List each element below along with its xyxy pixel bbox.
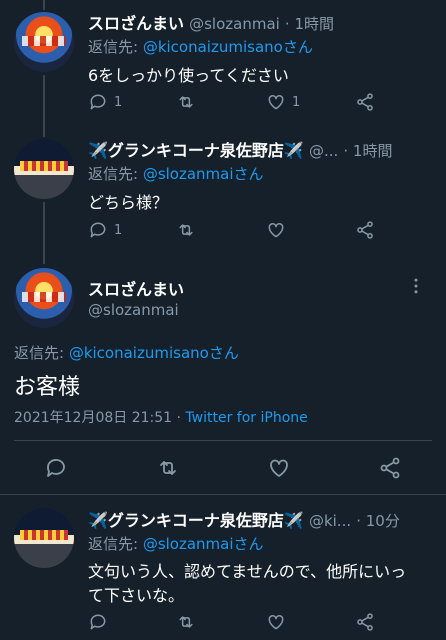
tweet-text: お客様 bbox=[14, 375, 81, 400]
reply-count: 1 bbox=[114, 94, 123, 110]
like-count: 1 bbox=[292, 94, 301, 110]
reply-to-line: 返信先: @slozanmaiさん bbox=[88, 163, 264, 184]
like-icon bbox=[268, 614, 284, 630]
like-button[interactable] bbox=[266, 612, 286, 632]
display-name[interactable]: ✈️グランキコーナ泉佐野店✈️ bbox=[88, 141, 304, 160]
share-button[interactable] bbox=[378, 456, 402, 480]
reply-to-link[interactable]: @kiconaizumisanoさん bbox=[143, 38, 313, 56]
tweet-meta: 2021年12月08日 21:51 · Twitter for iPhone bbox=[14, 407, 308, 427]
handle[interactable]: @slozanmai bbox=[189, 15, 280, 33]
share-button[interactable] bbox=[355, 220, 375, 240]
retweet-button[interactable] bbox=[156, 456, 180, 480]
thread-line bbox=[43, 75, 45, 137]
tweet-text-line: 文句いう人、認めてませんので、他所にいっ bbox=[88, 562, 407, 581]
retweet-icon bbox=[160, 461, 176, 475]
tweet-header: ✈️グランキコーナ泉佐野店✈️ @ki... · 10分 bbox=[88, 507, 400, 531]
tweet-time[interactable]: · 1時間 bbox=[343, 142, 392, 160]
more-button[interactable] bbox=[406, 276, 426, 296]
reply-icon bbox=[90, 222, 106, 238]
avatar[interactable] bbox=[14, 268, 74, 328]
tweet-source[interactable]: Twitter for iPhone bbox=[185, 410, 307, 426]
reply-to-link[interactable]: @kiconaizumisanoさん bbox=[69, 344, 239, 362]
tweet-header: スロざんまい @slozanmai · 1時間 bbox=[88, 10, 334, 34]
reply-button[interactable] bbox=[88, 612, 108, 632]
tweet-time[interactable]: · 10分 bbox=[356, 512, 400, 530]
reply-count: 1 bbox=[114, 222, 123, 238]
display-name[interactable]: スロざんまい bbox=[88, 14, 184, 33]
tweet-header: ✈️グランキコーナ泉佐野店✈️ @... · 1時間 bbox=[88, 137, 392, 161]
retweet-button[interactable] bbox=[176, 92, 196, 112]
tweet-timestamp[interactable]: 2021年12月08日 21:51 bbox=[14, 410, 172, 426]
share-icon bbox=[380, 457, 400, 479]
share-icon bbox=[357, 221, 373, 239]
tweet-text: 6をしっかり使ってください bbox=[88, 66, 289, 85]
tweet-text: どちら様？ bbox=[88, 193, 169, 212]
more-icon bbox=[414, 278, 418, 294]
share-icon bbox=[357, 93, 373, 111]
retweet-button[interactable] bbox=[176, 612, 196, 632]
retweet-button[interactable] bbox=[176, 220, 196, 240]
handle[interactable]: @... bbox=[309, 142, 338, 160]
avatar[interactable] bbox=[14, 12, 74, 72]
retweet-icon bbox=[179, 96, 193, 108]
avatar[interactable] bbox=[14, 139, 74, 199]
like-button[interactable]: 1 bbox=[266, 92, 300, 112]
reply-button[interactable] bbox=[44, 456, 68, 480]
divider bbox=[14, 440, 432, 441]
like-button[interactable] bbox=[267, 456, 291, 480]
reply-prefix: 返信先: bbox=[88, 165, 143, 183]
retweet-icon bbox=[179, 616, 193, 628]
reply-icon bbox=[47, 459, 65, 477]
divider bbox=[0, 494, 446, 495]
reply-to-line: 返信先: @slozanmaiさん bbox=[88, 533, 264, 554]
reply-icon bbox=[90, 614, 106, 630]
display-name[interactable]: ✈️グランキコーナ泉佐野店✈️ bbox=[88, 511, 304, 530]
like-button[interactable] bbox=[266, 220, 286, 240]
avatar[interactable] bbox=[14, 508, 74, 568]
reply-to-line: 返信先: @kiconaizumisanoさん bbox=[14, 342, 239, 363]
reply-prefix: 返信先: bbox=[88, 535, 143, 553]
display-name[interactable]: スロざんまい bbox=[88, 276, 184, 300]
reply-prefix: 返信先: bbox=[88, 38, 143, 56]
retweet-icon bbox=[179, 224, 193, 236]
reply-to-link[interactable]: @slozanmaiさん bbox=[143, 535, 264, 553]
tweet-time[interactable]: · 1時間 bbox=[285, 15, 334, 33]
handle[interactable]: @ki... bbox=[309, 512, 351, 530]
reply-icon bbox=[90, 94, 106, 110]
share-icon bbox=[357, 613, 373, 631]
share-button[interactable] bbox=[355, 612, 375, 632]
handle[interactable]: @slozanmai bbox=[88, 301, 179, 319]
reply-to-link[interactable]: @slozanmaiさん bbox=[143, 165, 264, 183]
like-icon bbox=[268, 222, 284, 238]
like-icon bbox=[270, 459, 288, 477]
reply-prefix: 返信先: bbox=[14, 344, 69, 362]
thread-line bbox=[43, 202, 45, 264]
reply-button[interactable]: 1 bbox=[88, 220, 122, 240]
like-icon bbox=[268, 94, 284, 110]
tweet-text-line: て下さいな。 bbox=[88, 586, 185, 605]
share-button[interactable] bbox=[355, 92, 375, 112]
reply-button[interactable]: 1 bbox=[88, 92, 122, 112]
thread-line bbox=[43, 0, 45, 10]
reply-to-line: 返信先: @kiconaizumisanoさん bbox=[88, 36, 313, 57]
